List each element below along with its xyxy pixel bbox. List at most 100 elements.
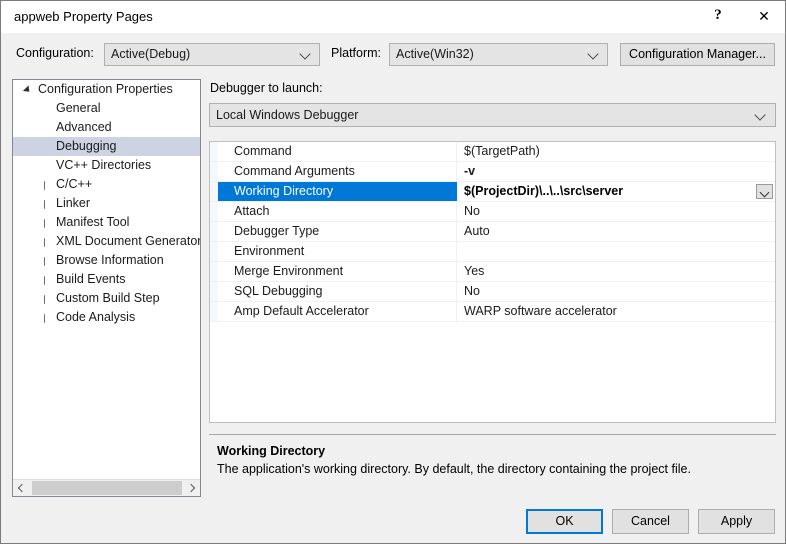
close-icon: ✕ <box>758 8 770 25</box>
tree-item-code-analysis[interactable]: Code Analysis <box>13 308 200 327</box>
row-gutter <box>210 282 218 301</box>
tree-item-configuration-properties[interactable]: Configuration Properties <box>13 80 200 99</box>
property-row[interactable]: Merge Environment Yes <box>210 262 775 282</box>
window-title: appweb Property Pages <box>14 9 153 24</box>
property-row[interactable]: Amp Default Accelerator WARP software acc… <box>210 302 775 322</box>
row-gutter <box>210 222 218 241</box>
debugging-page: Debugger to launch: Local Windows Debugg… <box>208 79 778 497</box>
property-value[interactable]: WARP software accelerator <box>457 302 775 321</box>
configuration-bar: Configuration: Active(Debug) Platform: A… <box>1 33 785 77</box>
property-row[interactable]: Attach No <box>210 202 775 222</box>
triangle-right-icon[interactable] <box>39 308 55 327</box>
property-value[interactable]: No <box>457 282 775 301</box>
triangle-right-icon[interactable] <box>39 194 55 213</box>
configuration-manager-button[interactable]: Configuration Manager... <box>620 43 775 66</box>
tree-horizontal-scrollbar[interactable] <box>13 479 200 496</box>
value-dropdown-button[interactable] <box>756 184 773 199</box>
property-name[interactable]: Command <box>218 142 457 161</box>
tree-item-label: Browse Information <box>56 253 164 267</box>
tree-item-c-c[interactable]: C/C++ <box>13 175 200 194</box>
configuration-select-value: Active(Debug) <box>111 47 191 61</box>
property-pages-dialog: appweb Property Pages ? ✕ Configuration:… <box>0 0 786 544</box>
tree-item-build-events[interactable]: Build Events <box>13 270 200 289</box>
tree-item-linker[interactable]: Linker <box>13 194 200 213</box>
tree-item-advanced[interactable]: Advanced <box>13 118 200 137</box>
property-grid: Command $(TargetPath) Command Arguments -v W… <box>209 141 776 423</box>
configuration-label: Configuration: <box>16 46 94 60</box>
property-value[interactable] <box>457 242 775 261</box>
property-name[interactable]: Working Directory <box>218 182 457 201</box>
property-name[interactable]: SQL Debugging <box>218 282 457 301</box>
configuration-select[interactable]: Active(Debug) <box>104 43 320 66</box>
title-bar: appweb Property Pages ? ✕ <box>1 1 785 33</box>
description-pane: Working Directory The application's work… <box>209 434 776 496</box>
property-name[interactable]: Debugger Type <box>218 222 457 241</box>
property-value[interactable]: Yes <box>457 262 775 281</box>
property-name[interactable]: Command Arguments <box>218 162 457 181</box>
cancel-button[interactable]: Cancel <box>612 509 689 534</box>
chevron-down-icon <box>755 109 767 121</box>
row-gutter <box>210 262 218 281</box>
tree-item-label: Linker <box>56 196 91 210</box>
description-text: The application's working directory. By … <box>217 462 691 476</box>
property-name[interactable]: Attach <box>218 202 457 221</box>
tree-item-xml-document-generator[interactable]: XML Document Generator <box>13 232 200 251</box>
triangle-right-icon[interactable] <box>39 289 55 308</box>
row-gutter <box>210 182 218 201</box>
property-row[interactable]: Working Directory $(ProjectDir)\..\..\src… <box>210 182 775 202</box>
ok-button[interactable]: OK <box>526 509 603 534</box>
triangle-right-icon[interactable] <box>39 232 55 251</box>
property-row[interactable]: Environment <box>210 242 775 262</box>
debugger-to-launch-label: Debugger to launch: <box>210 81 323 95</box>
property-name[interactable]: Environment <box>218 242 457 261</box>
property-row[interactable]: Debugger Type Auto <box>210 222 775 242</box>
property-name[interactable]: Amp Default Accelerator <box>218 302 457 321</box>
description-title: Working Directory <box>217 444 326 458</box>
row-gutter <box>210 142 218 161</box>
triangle-right-icon[interactable] <box>39 270 55 289</box>
tree-item-label: VC++ Directories <box>56 158 152 172</box>
question-mark-icon: ? <box>714 7 722 23</box>
property-value[interactable]: Auto <box>457 222 775 241</box>
triangle-down-icon[interactable] <box>21 80 37 99</box>
row-gutter <box>210 202 218 221</box>
tree-item-vc-directories[interactable]: VC++ Directories <box>13 156 200 175</box>
platform-label: Platform: <box>331 46 382 60</box>
property-row[interactable]: Command $(TargetPath) <box>210 142 775 162</box>
platform-select[interactable]: Active(Win32) <box>389 43 608 66</box>
close-button[interactable]: ✕ <box>741 1 785 32</box>
debugger-to-launch-select[interactable]: Local Windows Debugger <box>209 103 776 127</box>
tree-item-label: Build Events <box>56 272 126 286</box>
tree-item-debugging[interactable]: Debugging <box>13 137 200 156</box>
property-row[interactable]: SQL Debugging No <box>210 282 775 302</box>
triangle-right-icon[interactable] <box>39 251 55 270</box>
scrollbar-thumb[interactable] <box>32 481 182 495</box>
tree-item-label: Debugging <box>56 139 117 153</box>
property-value[interactable]: No <box>457 202 775 221</box>
row-gutter <box>210 302 218 321</box>
tree-item-label: Advanced <box>56 120 112 134</box>
tree-item-general[interactable]: General <box>13 99 200 118</box>
scroll-right-icon[interactable] <box>183 480 200 496</box>
property-value[interactable]: $(TargetPath) <box>457 142 775 161</box>
property-row[interactable]: Command Arguments -v <box>210 162 775 182</box>
tree-item-label: XML Document Generator <box>56 234 200 248</box>
property-name[interactable]: Merge Environment <box>218 262 457 281</box>
configuration-tree: Configuration Properties General Advanced D… <box>13 80 200 478</box>
chevron-down-icon <box>300 48 312 60</box>
chevron-down-icon <box>588 48 600 60</box>
debugger-to-launch-value: Local Windows Debugger <box>216 108 359 122</box>
apply-button[interactable]: Apply <box>698 509 775 534</box>
tree-item-custom-build-step[interactable]: Custom Build Step <box>13 289 200 308</box>
tree-item-label: Configuration Properties <box>38 82 173 96</box>
tree-item-label: General <box>56 101 101 115</box>
configuration-tree-panel: Configuration Properties General Advanced D… <box>12 79 201 497</box>
property-value[interactable]: -v <box>457 162 775 181</box>
tree-item-manifest-tool[interactable]: Manifest Tool <box>13 213 200 232</box>
tree-item-browse-information[interactable]: Browse Information <box>13 251 200 270</box>
scroll-left-icon[interactable] <box>13 480 30 496</box>
triangle-right-icon[interactable] <box>39 213 55 232</box>
triangle-right-icon[interactable] <box>39 175 55 194</box>
help-button[interactable]: ? <box>695 1 741 32</box>
property-value[interactable]: $(ProjectDir)\..\..\src\server <box>457 182 775 201</box>
